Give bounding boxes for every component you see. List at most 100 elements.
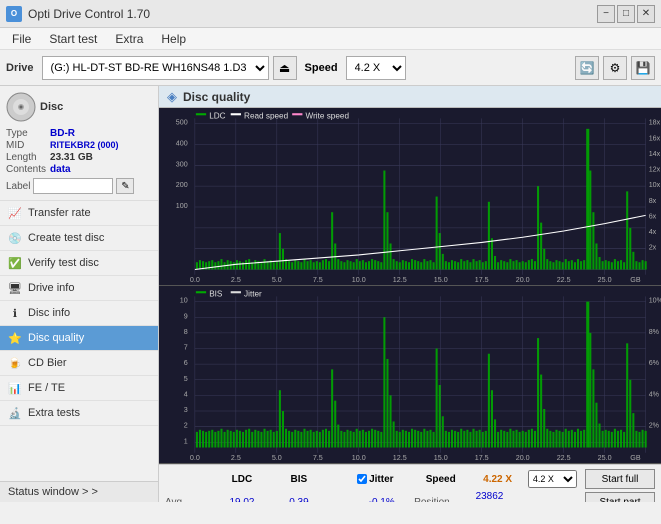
svg-text:7: 7 [184,343,188,352]
nav-verify-test-disc[interactable]: ✅ Verify test disc [0,251,158,276]
svg-text:18x: 18x [649,118,661,127]
nav-transfer-rate-label: Transfer rate [28,207,91,219]
verify-test-disc-icon: ✅ [8,256,22,270]
svg-text:GB: GB [630,453,641,462]
svg-text:4%: 4% [649,390,660,399]
svg-text:17.5: 17.5 [475,275,489,284]
settings-button[interactable]: ⚙ [603,56,627,80]
bottom-chart-svg: BIS Jitter 10 9 8 7 6 5 4 3 2 1 [159,286,661,463]
svg-text:LDC: LDC [209,111,225,120]
refresh-button[interactable]: 🔄 [575,56,599,80]
nav-fe-te[interactable]: 📊 FE / TE [0,376,158,401]
nav-cd-bier-label: CD Bier [28,357,67,369]
nav-drive-info[interactable]: 🖥 Drive info [0,276,158,301]
top-chart-wrapper: LDC Read speed Write speed 500 400 300 2… [159,108,661,286]
label-input[interactable] [33,178,113,194]
svg-text:25.0: 25.0 [598,275,612,284]
label-row: Label ✎ [6,178,152,194]
svg-text:Jitter: Jitter [244,290,262,299]
svg-text:2.5: 2.5 [231,275,241,284]
svg-text:16x: 16x [649,133,661,142]
drive-info-icon: 🖥 [8,281,22,295]
svg-text:400: 400 [176,138,188,147]
start-full-button[interactable]: Start full [585,469,655,489]
svg-text:15.0: 15.0 [434,275,448,284]
status-window-button[interactable]: Status window > > [0,481,158,502]
minimize-button[interactable]: − [597,5,615,23]
svg-text:300: 300 [176,159,188,168]
main-content: Disc Type BD-R MID RITEKBR2 (000) Length… [0,86,661,502]
svg-text:25.0: 25.0 [598,453,612,462]
svg-text:20.0: 20.0 [516,275,530,284]
nav-drive-info-label: Drive info [28,282,74,294]
eject-button[interactable]: ⏏ [273,56,297,80]
top-chart-svg: LDC Read speed Write speed 500 400 300 2… [159,108,661,285]
avg-label: Avg [165,497,210,502]
svg-text:Read speed: Read speed [244,111,289,120]
svg-text:7.5: 7.5 [313,275,323,284]
position-label: Position [414,497,467,502]
nav-extra-tests[interactable]: 🔬 Extra tests [0,401,158,426]
jitter-checkbox[interactable] [357,474,367,484]
jitter-label: Jitter [369,474,393,485]
bottom-chart-wrapper: BIS Jitter 10 9 8 7 6 5 4 3 2 1 [159,286,661,464]
menu-bar: File Start test Extra Help [0,28,661,50]
nav-create-test-disc[interactable]: 💿 Create test disc [0,226,158,251]
speed-select-stats[interactable]: 4.2 X [528,470,577,488]
svg-text:2: 2 [184,421,188,430]
avg-bis: 0.39 [274,497,323,502]
nav-verify-test-disc-label: Verify test disc [28,257,99,269]
nav-disc-info-label: Disc info [28,307,70,319]
chart-title-icon: ◈ [167,89,177,105]
nav-items: 📈 Transfer rate 💿 Create test disc ✅ Ver… [0,201,158,426]
svg-text:8x: 8x [649,196,657,205]
contents-value: data [50,164,152,175]
svg-text:15.0: 15.0 [434,453,448,462]
disc-icon [6,92,36,122]
label-key: Label [6,181,30,192]
nav-disc-quality[interactable]: ⭐ Disc quality [0,326,158,351]
length-value: 23.31 GB [50,152,152,163]
chart-title: Disc quality [183,90,250,104]
svg-text:10.0: 10.0 [352,275,366,284]
status-window-label: Status window > > [8,486,98,498]
nav-disc-info[interactable]: ℹ Disc info [0,301,158,326]
svg-text:2.5: 2.5 [231,453,241,462]
svg-text:14x: 14x [649,149,661,158]
menu-extra[interactable]: Extra [107,30,151,48]
menu-file[interactable]: File [4,30,39,48]
chart-area: ◈ Disc quality [159,86,661,502]
nav-transfer-rate[interactable]: 📈 Transfer rate [0,201,158,226]
speed-value-display: 4.22 X [475,474,519,485]
speed-select[interactable]: 4.2 X [346,56,406,80]
maximize-button[interactable]: □ [617,5,635,23]
svg-text:10.0: 10.0 [352,453,366,462]
svg-text:200: 200 [176,180,188,189]
menu-help[interactable]: Help [153,30,194,48]
svg-text:2%: 2% [649,421,660,430]
close-button[interactable]: ✕ [637,5,655,23]
disc-quality-icon: ⭐ [8,331,22,345]
save-button[interactable]: 💾 [631,56,655,80]
start-part-button[interactable]: Start part [585,492,655,502]
charts-container: LDC Read speed Write speed 500 400 300 2… [159,108,661,464]
nav-create-test-disc-label: Create test disc [28,232,104,244]
svg-text:8%: 8% [649,327,660,336]
svg-text:6: 6 [184,358,188,367]
speed-header: Speed [414,474,467,485]
menu-start-test[interactable]: Start test [41,30,105,48]
svg-text:22.5: 22.5 [557,453,571,462]
svg-text:12.5: 12.5 [393,275,407,284]
type-value: BD-R [50,128,152,139]
svg-text:500: 500 [176,118,188,127]
speed-label: Speed [305,62,338,74]
drive-select[interactable]: (G:) HL-DT-ST BD-RE WH16NS48 1.D3 [42,56,269,80]
length-key: Length [6,152,46,163]
label-edit-button[interactable]: ✎ [116,178,134,194]
svg-text:0.0: 0.0 [190,275,200,284]
svg-text:Write speed: Write speed [306,111,350,120]
svg-text:4x: 4x [649,227,657,236]
nav-fe-te-label: FE / TE [28,382,65,394]
nav-cd-bier[interactable]: 🍺 CD Bier [0,351,158,376]
svg-text:6x: 6x [649,211,657,220]
